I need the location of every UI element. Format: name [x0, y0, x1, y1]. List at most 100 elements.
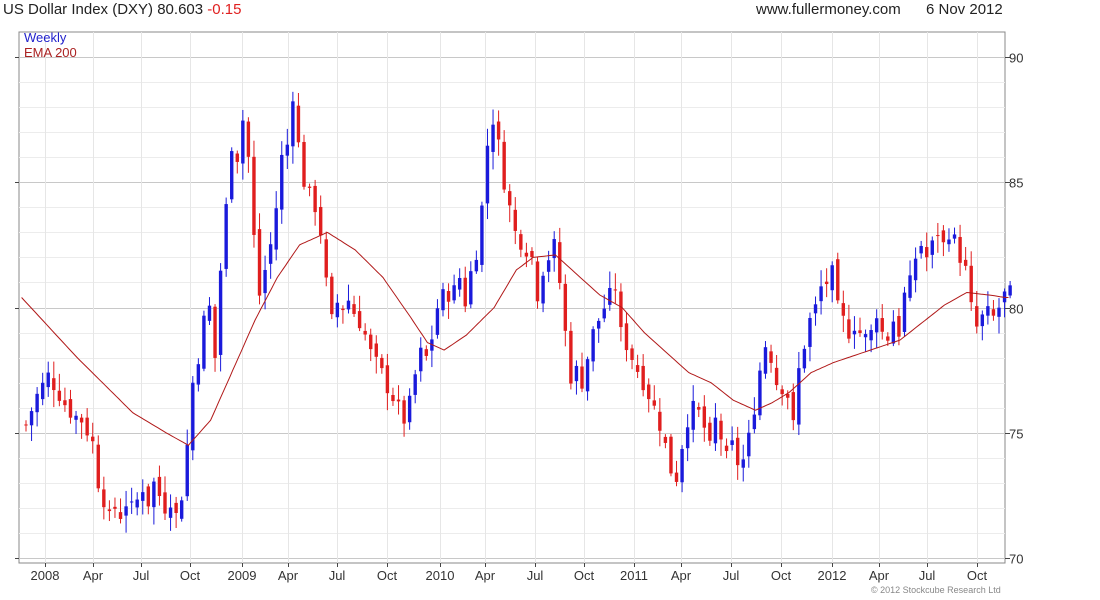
- candle-down: [697, 407, 701, 410]
- candle-up: [602, 308, 606, 319]
- candle-down: [352, 304, 356, 314]
- candle-up: [29, 411, 34, 426]
- x-tick-label: Apr: [278, 568, 299, 583]
- candle-up: [902, 292, 907, 332]
- candle-up: [741, 459, 745, 468]
- candle-down: [519, 234, 523, 250]
- y-tick-label: 80: [1009, 302, 1023, 317]
- candle-up: [435, 308, 440, 335]
- candle-up: [268, 244, 273, 264]
- candle-up: [124, 506, 128, 516]
- candle-down: [79, 417, 84, 423]
- x-tick-label: Jul: [329, 568, 346, 583]
- candle-up: [908, 275, 912, 298]
- candle-down: [563, 283, 568, 331]
- copyright-notice: © 2012 Stockcube Research Ltd: [871, 585, 1001, 595]
- candle-up: [874, 318, 879, 333]
- candle-down: [724, 445, 729, 452]
- candle-up: [819, 286, 823, 302]
- candle-down: [318, 206, 323, 236]
- candle-up: [863, 334, 868, 338]
- candle-down: [313, 185, 317, 213]
- candle-down: [941, 230, 946, 243]
- candle-down: [402, 400, 406, 424]
- candle-up: [407, 395, 412, 423]
- candle-up: [491, 124, 495, 152]
- candle-down: [85, 417, 89, 436]
- candle-down: [107, 509, 112, 512]
- candle-up: [152, 481, 156, 508]
- candle-down: [619, 291, 623, 328]
- candle-down: [663, 436, 668, 443]
- candle-down: [524, 252, 529, 257]
- candle-down: [330, 276, 334, 315]
- candle-up: [179, 500, 184, 519]
- candle-up: [35, 393, 39, 413]
- candle-down: [363, 330, 367, 335]
- candle-up: [230, 151, 234, 200]
- x-tick-label: Oct: [377, 568, 398, 583]
- candle-down: [647, 384, 651, 400]
- candle-down: [24, 424, 28, 426]
- candle-up: [546, 260, 551, 272]
- candle-down: [897, 316, 901, 337]
- candle-down: [396, 399, 401, 402]
- x-tick-label: 2012: [818, 568, 847, 583]
- x-tick-label: Apr: [671, 568, 692, 583]
- candle-up: [413, 374, 417, 395]
- candle-down: [63, 400, 67, 406]
- candle-down: [68, 399, 73, 418]
- candle-up: [280, 154, 284, 210]
- candle-up: [291, 101, 295, 147]
- candle-down: [936, 235, 940, 237]
- x-tick-label: Jul: [527, 568, 544, 583]
- candle-down: [558, 242, 562, 283]
- candle-down: [880, 318, 884, 332]
- candle-down: [391, 395, 395, 402]
- candle-down: [530, 251, 534, 258]
- candle-up: [730, 440, 734, 445]
- legend-ema-200: EMA 200: [24, 45, 77, 60]
- candle-up: [608, 287, 612, 305]
- candle-up: [752, 414, 757, 430]
- x-tick-label: Oct: [771, 568, 792, 583]
- candle-up: [207, 305, 212, 321]
- candle-down: [252, 156, 256, 235]
- candle-up: [797, 368, 801, 425]
- candle-down: [991, 309, 996, 316]
- candle-down: [847, 319, 851, 339]
- candle-down: [113, 506, 117, 509]
- candle-down: [719, 420, 723, 440]
- candle-down: [246, 121, 251, 157]
- candle-down: [975, 306, 979, 327]
- x-tick-label: 2009: [228, 568, 257, 583]
- candle-down: [780, 389, 784, 395]
- x-tick-label: Jul: [723, 568, 740, 583]
- candle-down: [624, 323, 629, 351]
- candle-up: [813, 304, 818, 314]
- y-tick-label: 70: [1009, 552, 1023, 567]
- y-tick-label: 90: [1009, 51, 1023, 66]
- x-tick-label: Oct: [180, 568, 201, 583]
- candle-up: [335, 302, 340, 318]
- candle-down: [296, 105, 301, 143]
- candle-up: [346, 300, 351, 310]
- candle-down: [641, 365, 645, 391]
- candle-down: [735, 437, 740, 466]
- candle-up: [441, 289, 445, 311]
- y-tick-label: 75: [1009, 427, 1023, 442]
- candle-up: [135, 499, 139, 508]
- candle-down: [369, 334, 373, 350]
- candle-up: [274, 208, 278, 250]
- candle-down: [513, 209, 517, 231]
- candle-down: [958, 236, 962, 263]
- candle-up: [891, 321, 896, 344]
- candle-up: [469, 271, 473, 305]
- candle-down: [963, 259, 968, 266]
- candle-down: [886, 336, 890, 341]
- x-tick-label: 2010: [426, 568, 455, 583]
- candle-down: [324, 239, 328, 278]
- candle-down: [163, 492, 167, 514]
- candle-up: [218, 270, 223, 355]
- candle-down: [658, 411, 662, 431]
